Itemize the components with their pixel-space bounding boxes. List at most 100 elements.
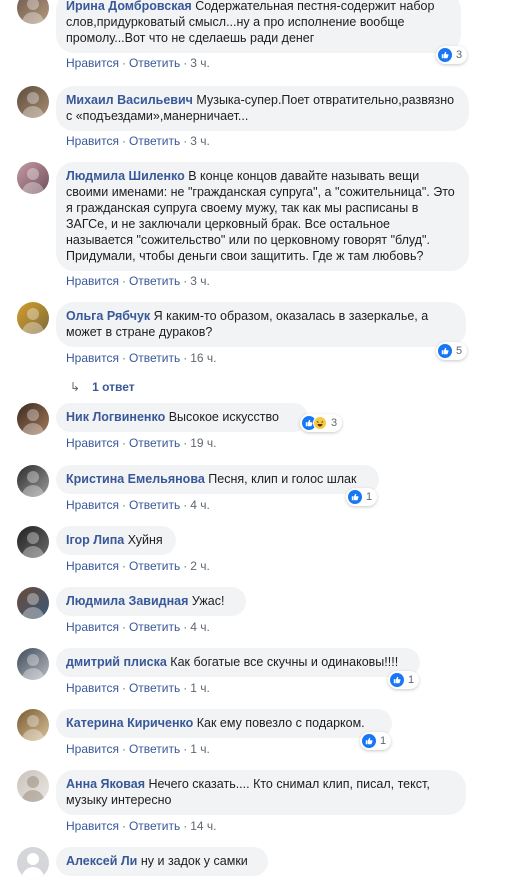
comment-author[interactable]: Людмила Шиленко	[66, 169, 185, 183]
comment-author[interactable]: Катерина Кириченко	[66, 716, 193, 730]
avatar[interactable]	[17, 587, 49, 619]
comment-text: Ужас!	[191, 594, 225, 608]
comment-text: Высокое искусство	[168, 410, 279, 424]
comment-actions: Нравится · Ответить · 1 ч.	[66, 681, 210, 695]
like-link[interactable]: Нравится	[66, 274, 119, 288]
comment-time[interactable]: 4 ч.	[190, 498, 210, 512]
comment-author[interactable]: Ник Логвиненко	[66, 410, 165, 424]
comment-time[interactable]: 1 ч.	[190, 742, 210, 756]
comment-actions: Нравится · Ответить · 16 ч.	[66, 351, 217, 365]
avatar[interactable]	[17, 648, 49, 680]
comment-author[interactable]: Михаил Васильевич	[66, 93, 193, 107]
comment-actions: Нравится · Ответить · 3 ч.	[66, 134, 210, 148]
comment-bubble: Ігор Липа Хуйня	[56, 526, 176, 555]
avatar[interactable]	[17, 403, 49, 435]
reply-link[interactable]: Ответить	[129, 351, 180, 365]
comment-author[interactable]: Людмила Завидная	[66, 594, 188, 608]
reply-arrow-icon: ↳	[70, 380, 81, 394]
avatar[interactable]	[17, 526, 49, 558]
like-link[interactable]: Нравится	[66, 620, 119, 634]
comment-time[interactable]: 19 ч.	[190, 436, 216, 450]
reply-link[interactable]: Ответить	[129, 620, 180, 634]
comment-bubble: Алексей Ли ну и задок у самки	[56, 847, 268, 876]
reply-link[interactable]: Ответить	[129, 134, 180, 148]
reply-link[interactable]: Ответить	[129, 681, 180, 695]
avatar[interactable]	[17, 162, 49, 194]
reaction-count[interactable]: 1	[388, 671, 420, 689]
like-link[interactable]: Нравится	[66, 351, 119, 365]
like-link[interactable]: Нравится	[66, 819, 119, 833]
comment-author[interactable]: Ирина Домбровская	[66, 0, 192, 13]
comment-actions: Нравится · Ответить · 2 ч.	[66, 559, 210, 573]
reply-link[interactable]: Ответить	[129, 56, 180, 70]
like-link[interactable]: Нравится	[66, 498, 119, 512]
comment-author[interactable]: Ігор Липа	[66, 533, 124, 547]
comment-actions: Нравится · Ответить · 1 ч.	[66, 742, 210, 756]
thumbs-up-icon	[362, 734, 376, 748]
reply-link[interactable]: Ответить	[129, 559, 180, 573]
comment-time[interactable]: 4 ч.	[190, 620, 210, 634]
reaction-count[interactable]: 3	[436, 46, 468, 64]
comment-bubble: Кристина Емельянова Песня, клип и голос …	[56, 465, 379, 494]
comment-author[interactable]: дмитрий плиска	[66, 655, 167, 669]
comment-author[interactable]: Кристина Емельянова	[66, 472, 205, 486]
comment-bubble: Людмила Завидная Ужас!	[56, 587, 246, 616]
reply-link[interactable]: Ответить	[129, 274, 180, 288]
comment-actions: Нравится · Ответить · 4 ч.	[66, 620, 210, 634]
comment-actions: Нравится · Ответить · 14 ч.	[66, 819, 217, 833]
comment-text: Песня, клип и голос шлак	[208, 472, 357, 486]
avatar[interactable]	[17, 465, 49, 497]
comment-bubble: дмитрий плиска Как богатые все скучны и …	[56, 648, 420, 677]
comment-time[interactable]: 3 ч.	[190, 274, 210, 288]
comment-bubble: Анна Яковая Нечего сказать.... Кто снима…	[56, 770, 466, 815]
reaction-count[interactable]: 5	[436, 342, 468, 360]
comment-time[interactable]: 2 ч.	[190, 559, 210, 573]
comment-bubble: Катерина Кириченко Как ему повезло с под…	[56, 709, 392, 738]
like-link[interactable]: Нравится	[66, 56, 119, 70]
like-link[interactable]: Нравится	[66, 681, 119, 695]
thumbs-up-icon	[390, 673, 404, 687]
comment-time[interactable]: 16 ч.	[190, 351, 216, 365]
comment-author[interactable]: Анна Яковая	[66, 777, 145, 791]
reply-link[interactable]: Ответить	[129, 742, 180, 756]
like-link[interactable]: Нравится	[66, 134, 119, 148]
view-replies-link[interactable]: ↳ 1 ответ	[70, 380, 135, 394]
comment-time[interactable]: 1 ч.	[190, 681, 210, 695]
comment-actions: Нравится · Ответить · 3 ч.	[66, 274, 210, 288]
thumbs-up-icon	[438, 344, 452, 358]
like-link[interactable]: Нравится	[66, 559, 119, 573]
like-link[interactable]: Нравится	[66, 436, 119, 450]
reply-link[interactable]: Ответить	[129, 436, 180, 450]
thumbs-up-icon	[438, 48, 452, 62]
avatar[interactable]	[17, 709, 49, 741]
comment-time[interactable]: 3 ч.	[190, 56, 210, 70]
laughing-face-icon	[313, 416, 327, 430]
comment-author[interactable]: Ольга Рябчук	[66, 309, 150, 323]
reply-link[interactable]: Ответить	[129, 498, 180, 512]
like-link[interactable]: Нравится	[66, 742, 119, 756]
avatar[interactable]	[17, 0, 49, 24]
reaction-count[interactable]: 1	[346, 488, 378, 506]
avatar[interactable]	[17, 770, 49, 802]
comment-author[interactable]: Алексей Ли	[66, 854, 137, 868]
comment-bubble: Людмила Шиленко В конце концов давайте н…	[56, 162, 469, 271]
comment-actions: Нравится · Ответить · 4 ч.	[66, 498, 210, 512]
comment-time[interactable]: 14 ч.	[190, 819, 216, 833]
comment-text: Хуйня	[127, 533, 163, 547]
reply-link[interactable]: Ответить	[129, 819, 180, 833]
comment-thread: Ирина Домбровская Содержательная пестня-…	[0, 0, 513, 879]
reaction-count[interactable]: 1	[360, 732, 392, 750]
comment-actions: Нравится · Ответить · 3 ч.	[66, 56, 210, 70]
comment-bubble: Ирина Домбровская Содержательная пестня-…	[56, 0, 461, 53]
comment-text: В конце концов давайте называть вещи сво…	[66, 169, 455, 263]
comment-text: ну и задок у самки	[140, 854, 248, 868]
comment-actions: Нравится · Ответить · 19 ч.	[66, 436, 217, 450]
comment-bubble: Ник Логвиненко Высокое искусство	[56, 403, 308, 432]
comment-text: Как богатые все скучны и одинаковы!!!!	[170, 655, 399, 669]
comment-text: Как ему повезло с подарком.	[196, 716, 365, 730]
avatar[interactable]	[17, 847, 49, 879]
avatar[interactable]	[17, 86, 49, 118]
avatar[interactable]	[17, 302, 49, 334]
reaction-count[interactable]: 3	[300, 414, 343, 432]
comment-time[interactable]: 3 ч.	[190, 134, 210, 148]
